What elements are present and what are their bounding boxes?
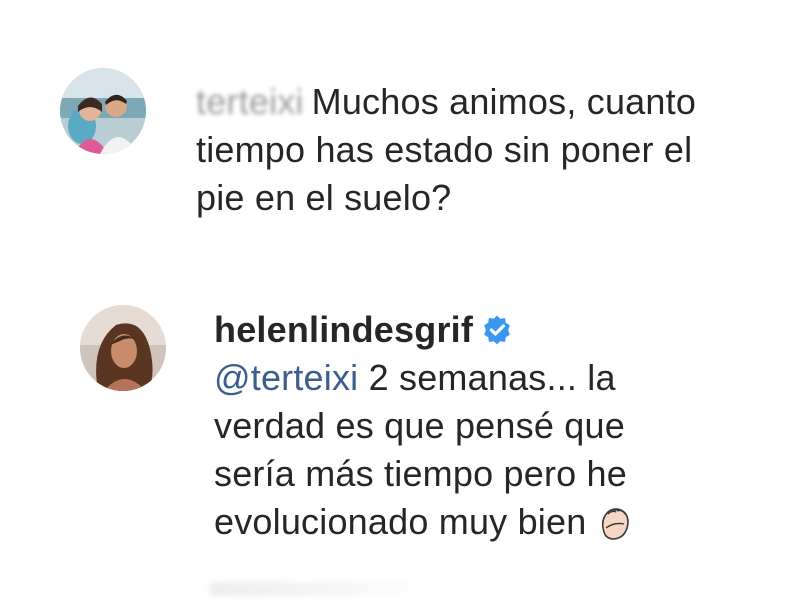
comment-line-4-text: evolucionado muy bien <box>214 501 587 542</box>
clapping-hands-icon <box>602 508 630 540</box>
comment-text: helenlindesgrif @terteixi 2 semanas... l… <box>214 306 774 546</box>
comment-line-1: @terteixi 2 semanas... la <box>214 354 774 402</box>
divider <box>210 582 430 596</box>
username[interactable]: helenlindesgrif <box>214 309 473 350</box>
avatar[interactable] <box>60 68 146 154</box>
username-redacted[interactable]: terteixi <box>196 78 304 126</box>
comment-line-2: verdad es que pensé que <box>214 405 625 446</box>
comment-line-1: Muchos animos, cuanto <box>311 81 697 122</box>
comment-line-4: evolucionado muy bien <box>214 498 774 546</box>
comment-text: terteixi Muchos animos, cuanto tiempo has… <box>196 78 756 222</box>
comment-line: terteixi Muchos animos, cuanto <box>196 78 756 126</box>
comment-header: helenlindesgrif <box>214 306 774 354</box>
comment-line-3: pie en el suelo? <box>196 177 452 218</box>
avatar[interactable] <box>80 305 166 391</box>
mention-link[interactable]: @terteixi <box>214 357 358 398</box>
comment-line-3: sería más tiempo pero he <box>214 453 627 494</box>
comment-line-1-text: 2 semanas... la <box>358 357 616 398</box>
avatar-photo-couple <box>60 68 146 154</box>
comment-line-2: tiempo has estado sin poner el <box>196 129 693 170</box>
avatar-photo-woman <box>80 305 166 391</box>
verified-badge-icon <box>484 315 510 345</box>
